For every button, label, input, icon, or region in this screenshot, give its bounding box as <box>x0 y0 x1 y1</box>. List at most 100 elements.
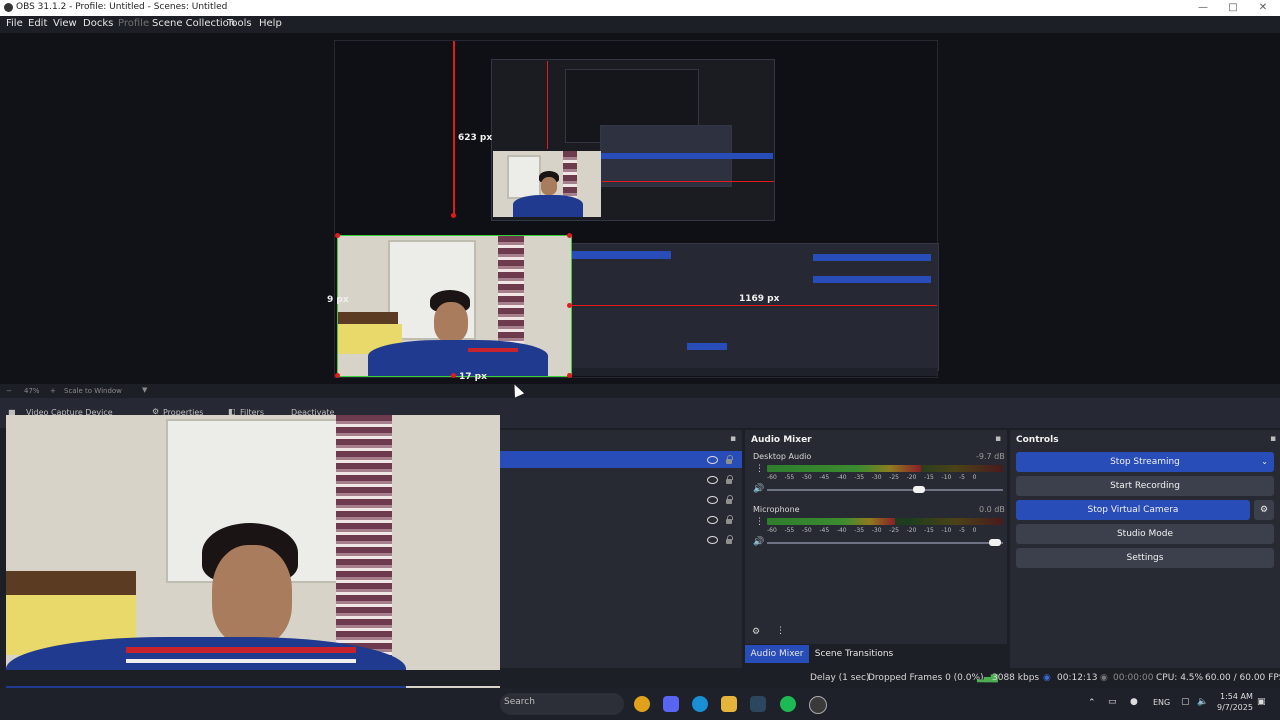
volume-icon[interactable]: 🔈 <box>1197 697 1208 707</box>
scale-dropdown-icon[interactable]: ▼ <box>142 386 147 394</box>
menu-file[interactable]: File <box>6 18 23 29</box>
source-row-selected[interactable] <box>500 451 742 468</box>
taskbar: Search ⌃ ▭ ● ENG ▢ 🔈 1:54 AM 9/7/2025 ▣ <box>0 688 1280 720</box>
channel-menu-icon[interactable]: ⋮ <box>755 464 764 474</box>
menu-profile[interactable]: Profile <box>118 18 149 29</box>
mixer-menu-icon[interactable]: ⋮ <box>776 626 785 636</box>
menu-view[interactable]: View <box>53 18 77 29</box>
nested-selected-scene <box>571 251 671 259</box>
window-title: OBS 31.1.2 - Profile: Untitled - Scenes:… <box>16 2 228 12</box>
meter-scale: -60 -55 -50 -45 -40 -35 -30 -25 -20 -15 … <box>767 527 977 534</box>
transform-handle-tr[interactable] <box>567 233 572 238</box>
dropped-frames: Dropped Frames 0 (0.0%) <box>868 673 984 683</box>
chevron-up-icon[interactable]: ⌃ <box>1088 698 1096 708</box>
distance-right-label: 1169 px <box>739 294 780 304</box>
transform-handle-tl[interactable] <box>335 233 340 238</box>
lock-icon[interactable] <box>726 535 733 544</box>
transform-handle-bl[interactable] <box>335 373 340 378</box>
zoom-in-icon[interactable]: + <box>50 387 56 395</box>
menu-help[interactable]: Help <box>259 18 282 29</box>
visibility-eye-icon[interactable] <box>707 496 718 504</box>
tab-scene-transitions[interactable]: Scene Transitions <box>812 645 896 663</box>
advanced-audio-icon[interactable]: ⚙ <box>752 627 760 637</box>
menu-edit[interactable]: Edit <box>28 18 47 29</box>
discord-icon[interactable] <box>663 696 679 712</box>
nested-audio-tab <box>687 343 727 350</box>
volume-slider-knob[interactable] <box>913 486 925 493</box>
menu-bar: File Edit View Docks Profile Scene Colle… <box>0 16 1280 33</box>
menu-tools[interactable]: Tools <box>227 18 252 29</box>
transform-handle-right[interactable] <box>567 303 572 308</box>
zoom-out-icon[interactable]: − <box>6 387 12 395</box>
start-recording-button[interactable]: Start Recording <box>1016 476 1274 496</box>
dock-undock-icon[interactable]: ▪ <box>995 434 1001 444</box>
channel-menu-icon[interactable]: ⋮ <box>755 517 764 527</box>
maximize-button[interactable]: □ <box>1216 0 1250 16</box>
transform-handle-br[interactable] <box>567 373 572 378</box>
channel-db: 0.0 dB <box>979 505 1005 514</box>
spotify-icon[interactable] <box>780 696 796 712</box>
speaker-icon[interactable]: 🔊 <box>753 537 764 547</box>
dock-undock-icon[interactable]: ▪ <box>730 434 736 444</box>
close-button[interactable]: ✕ <box>1246 0 1280 16</box>
transform-handle-top[interactable] <box>451 213 456 218</box>
controls-title: Controls <box>1016 435 1059 445</box>
edge-icon[interactable] <box>692 696 708 712</box>
visibility-eye-icon[interactable] <box>707 456 718 464</box>
preview-canvas[interactable]: 623 px 9 px 1169 px 17 px <box>327 40 939 382</box>
menu-docks[interactable]: Docks <box>83 18 113 29</box>
taskbar-search[interactable]: Search <box>500 693 624 715</box>
lock-icon[interactable] <box>726 455 733 464</box>
selected-source-webcam[interactable] <box>337 235 572 377</box>
volume-slider[interactable] <box>767 489 1003 491</box>
chevron-down-icon[interactable]: ⌄ <box>1261 452 1268 472</box>
gamepad-icon[interactable]: ▭ <box>1108 697 1117 707</box>
clock-time[interactable]: 1:54 AM <box>1220 692 1253 701</box>
lock-icon[interactable] <box>726 515 733 524</box>
minimize-button[interactable]: — <box>1186 0 1220 16</box>
tab-audio-mixer[interactable]: Audio Mixer <box>745 645 809 663</box>
nested-taskbar <box>571 368 937 376</box>
volume-slider-knob[interactable] <box>989 539 1001 546</box>
channel-name: Microphone <box>753 505 800 514</box>
input-language[interactable]: ENG <box>1153 698 1170 707</box>
volume-slider[interactable] <box>767 542 1003 544</box>
audio-mixer-title: Audio Mixer <box>751 435 812 445</box>
stop-streaming-button[interactable]: Stop Streaming ⌄ <box>1016 452 1274 472</box>
guide-line-nested <box>547 61 548 149</box>
virtual-camera-gear-icon[interactable]: ⚙ <box>1254 500 1274 520</box>
visibility-eye-icon[interactable] <box>707 516 718 524</box>
visibility-eye-icon[interactable] <box>707 536 718 544</box>
network-icon[interactable]: ▢ <box>1181 697 1190 707</box>
settings-button[interactable]: Settings <box>1016 548 1274 568</box>
steam-icon[interactable] <box>750 696 766 712</box>
transform-handle-bottom[interactable] <box>451 373 456 378</box>
stream-time: 00:12:13 <box>1057 673 1098 683</box>
streaming-icon: ◉ <box>1043 673 1051 683</box>
nested-stop-streaming <box>813 254 931 261</box>
search-placeholder: Search <box>504 697 535 707</box>
desktop-audio-meter <box>767 465 921 472</box>
stop-virtual-camera-button[interactable]: Stop Virtual Camera <box>1016 500 1250 520</box>
distance-top-label: 623 px <box>458 133 493 143</box>
scale-mode[interactable]: Scale to Window <box>64 387 122 395</box>
speaker-icon[interactable]: 🔊 <box>753 484 764 494</box>
clock-date[interactable]: 9/7/2025 <box>1217 703 1253 712</box>
file-explorer-icon[interactable] <box>721 696 737 712</box>
dock-undock-icon[interactable]: ▪ <box>1270 434 1276 444</box>
chrome-icon[interactable] <box>634 696 650 712</box>
microphone-meter <box>767 518 895 525</box>
microphone-icon[interactable]: ● <box>1130 697 1138 707</box>
lock-icon[interactable] <box>726 495 733 504</box>
obs-taskbar-icon[interactable] <box>809 696 827 714</box>
stop-streaming-label: Stop Streaming <box>1110 457 1180 467</box>
lock-icon[interactable] <box>726 475 733 484</box>
studio-mode-button[interactable]: Studio Mode <box>1016 524 1274 544</box>
audio-mixer-dock: Audio Mixer ▪ Desktop Audio -9.7 dB ⋮ -6… <box>745 430 1007 644</box>
notification-icon[interactable]: ▣ <box>1257 697 1266 707</box>
nested-webcam-image <box>493 151 601 217</box>
nested-highlight <box>601 153 773 159</box>
visibility-eye-icon[interactable] <box>707 476 718 484</box>
menu-scene-collection[interactable]: Scene Collection <box>152 18 235 29</box>
recording-icon: ◉ <box>1100 673 1108 683</box>
